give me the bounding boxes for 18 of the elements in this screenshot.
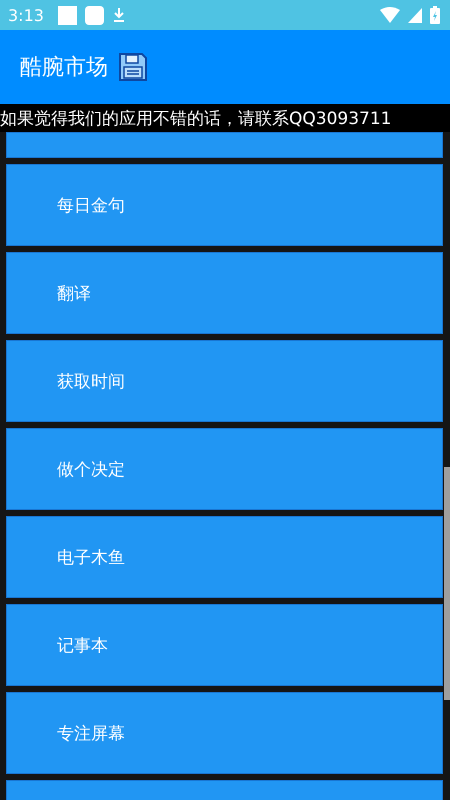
menu-card[interactable]: [6, 132, 443, 158]
notification-icon: [84, 6, 104, 24]
app-title: 酷腕市场: [20, 54, 108, 82]
menu-card[interactable]: 每日金句: [6, 164, 443, 246]
marquee-text: 如果觉得我们的应用不错的话，请联系QQ3093711: [0, 108, 392, 130]
download-icon: [112, 7, 126, 23]
notification-icon: [58, 6, 77, 24]
menu-card[interactable]: 获取时间: [6, 340, 443, 422]
wifi-icon: [380, 7, 400, 23]
menu-card[interactable]: 电子木鱼: [6, 516, 443, 598]
clock-time: 3:13: [8, 6, 44, 24]
menu-card[interactable]: 专注屏幕: [6, 692, 443, 774]
menu-card[interactable]: 翻译: [6, 252, 443, 334]
scrollbar[interactable]: [444, 467, 450, 700]
menu-card[interactable]: 做个决定: [6, 428, 443, 510]
signal-icon: [408, 7, 422, 23]
menu-card[interactable]: 记事本: [6, 604, 443, 686]
battery-icon: [430, 6, 440, 24]
